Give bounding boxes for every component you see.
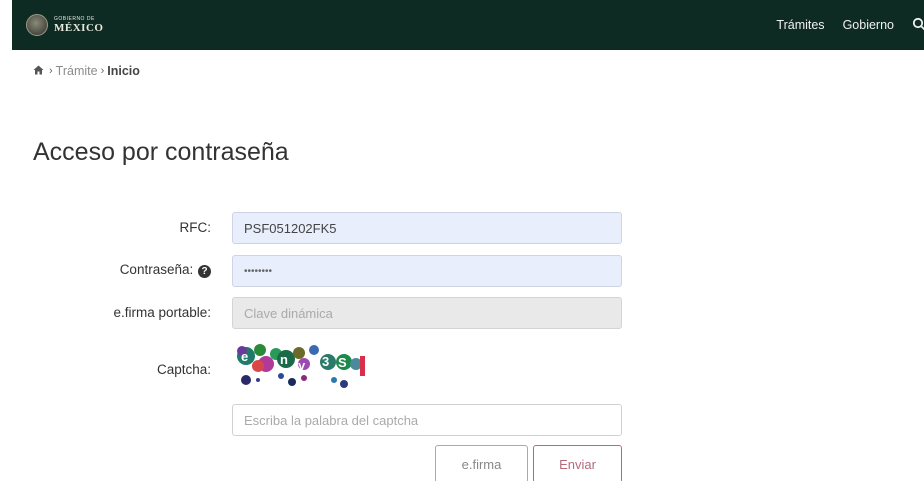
captcha-label: Captcha: bbox=[156, 362, 211, 377]
enviar-button[interactable]: Enviar bbox=[533, 445, 622, 481]
svg-text:S: S bbox=[338, 355, 347, 370]
home-icon[interactable] bbox=[33, 65, 44, 78]
password-input[interactable]: •••••••• bbox=[232, 255, 622, 287]
top-navbar: GOBIERNO DE MÉXICO Trámites Gobierno bbox=[12, 0, 924, 50]
efirma-portable-input: Clave dinámica bbox=[232, 297, 622, 329]
password-label-text: Contraseña: bbox=[119, 262, 194, 277]
breadcrumb-separator-icon: › bbox=[49, 65, 53, 77]
breadcrumb-separator-icon: › bbox=[100, 65, 105, 77]
efirma-portable-label: e.firma portable: bbox=[113, 305, 211, 320]
breadcrumb-tramite[interactable]: Trámite bbox=[56, 64, 98, 78]
logo-big-text: MÉXICO bbox=[54, 21, 104, 34]
captcha-input[interactable]: Escriba la palabra del captcha bbox=[232, 404, 622, 436]
svg-text:3: 3 bbox=[322, 354, 329, 369]
rfc-label: RFC: bbox=[179, 220, 212, 235]
gobierno-mexico-logo[interactable]: GOBIERNO DE MÉXICO bbox=[26, 14, 103, 36]
logo-small-text: GOBIERNO DE bbox=[54, 15, 95, 22]
coat-of-arms-icon bbox=[26, 14, 48, 36]
nav-menu: Trámites Gobierno bbox=[776, 0, 924, 50]
password-label: Contraseña: ? bbox=[120, 262, 211, 278]
nav-link-gobierno[interactable]: Gobierno bbox=[843, 18, 894, 32]
captcha-image: e n y 3 S bbox=[236, 342, 368, 392]
svg-text:e: e bbox=[241, 349, 248, 364]
breadcrumb-inicio: Inicio bbox=[107, 64, 140, 78]
page-title: Acceso por contraseña bbox=[33, 138, 289, 166]
nav-link-tramites[interactable]: Trámites bbox=[776, 18, 824, 32]
logo-text: GOBIERNO DE MÉXICO bbox=[54, 15, 104, 34]
efirma-button[interactable]: e.firma bbox=[435, 445, 528, 481]
rfc-input[interactable]: PSF051202FK5 bbox=[232, 212, 622, 244]
breadcrumb: › Trámite › Inicio bbox=[33, 64, 140, 78]
svg-text:y: y bbox=[298, 358, 306, 373]
svg-text:n: n bbox=[280, 352, 288, 367]
help-icon[interactable]: ? bbox=[198, 265, 211, 278]
search-icon[interactable] bbox=[912, 17, 924, 34]
